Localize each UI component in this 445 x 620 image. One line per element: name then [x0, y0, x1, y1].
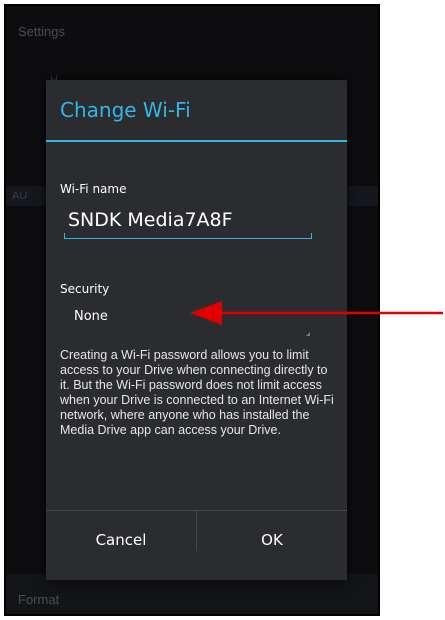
arrow-head [190, 301, 222, 325]
annotation-arrow-icon [190, 301, 443, 325]
